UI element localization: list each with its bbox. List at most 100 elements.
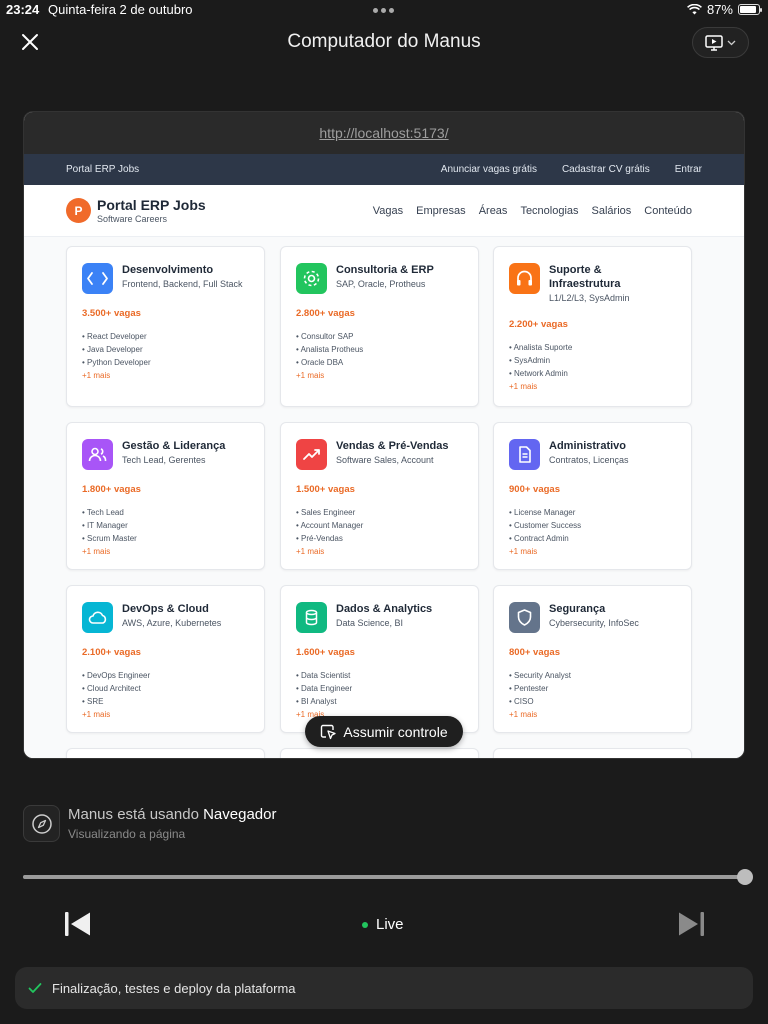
- card-role-item: • Pré-Vendas: [296, 534, 343, 543]
- progress-fill: [23, 875, 745, 879]
- card-role-item: • SysAdmin: [509, 356, 551, 365]
- chevron-down-icon: [727, 40, 736, 45]
- card-job-count: 2.200+ vagas: [509, 319, 568, 330]
- screen-mode-button[interactable]: [692, 27, 749, 58]
- nav-empresas[interactable]: Empresas: [416, 205, 466, 217]
- card-role-item: • CISO: [509, 697, 534, 706]
- card-more-link[interactable]: +1 mais: [296, 545, 463, 558]
- browser-viewport: http://localhost:5173/ Portal ERP Jobs A…: [23, 111, 745, 759]
- wifi-icon: [687, 4, 702, 15]
- nav-salarios[interactable]: Salários: [592, 205, 632, 217]
- cloud-icon: [82, 602, 113, 633]
- take-control-button[interactable]: Assumir controle: [305, 716, 463, 747]
- nav-vagas[interactable]: Vagas: [373, 205, 403, 217]
- card-role-list: • Data Scientist • Data Engineer • BI Anal…: [296, 669, 463, 708]
- take-control-label: Assumir controle: [343, 723, 448, 740]
- card-subtitle: Tech Lead, Gerentes: [122, 455, 206, 465]
- browser-tool-badge: [23, 805, 60, 842]
- card-role-list: • Security Analyst • Pentester • CISO: [509, 669, 676, 708]
- top-nav-link-entrar[interactable]: Entrar: [675, 164, 702, 175]
- site-name[interactable]: Portal ERP Jobs: [97, 197, 206, 213]
- card-role-item: • Account Manager: [296, 521, 364, 530]
- card-title: Vendas & Pré-Vendas: [336, 440, 449, 452]
- skip-forward-button[interactable]: [677, 911, 705, 942]
- site-logo[interactable]: P: [66, 198, 91, 223]
- card-role-item: • Oracle DBA: [296, 358, 344, 367]
- category-card-desenvolvimento[interactable]: Desenvolvimento Frontend, Backend, Full S…: [66, 246, 265, 407]
- card-more-link[interactable]: +1 mais: [82, 708, 249, 721]
- card-role-item: • Data Engineer: [296, 684, 353, 693]
- tool-name: Navegador: [203, 806, 277, 823]
- category-card-devops-cloud[interactable]: DevOps & Cloud AWS, Azure, Kubernetes 2.10…: [66, 585, 265, 733]
- card-more-link[interactable]: +1 mais: [509, 380, 676, 393]
- category-card-partial[interactable]: [493, 748, 692, 758]
- category-card-consultoria-erp[interactable]: Consultoria & ERP SAP, Oracle, Protheus 2.…: [280, 246, 479, 407]
- code-icon: [82, 263, 113, 294]
- card-role-item: • Java Developer: [82, 345, 143, 354]
- skip-back-button[interactable]: [64, 911, 92, 942]
- task-status-bar[interactable]: Finalização, testes e deploy da platafor…: [15, 967, 753, 1009]
- status-time: 23:24: [6, 2, 40, 17]
- card-subtitle: Contratos, Licenças: [549, 455, 629, 465]
- category-card-vendas-pre-vendas[interactable]: Vendas & Pré-Vendas Software Sales, Accou…: [280, 422, 479, 570]
- card-title: Desenvolvimento: [122, 264, 214, 276]
- card-role-item: • Network Admin: [509, 369, 568, 378]
- card-title: Suporte & Infraestrutura: [549, 264, 621, 290]
- top-nav-link-cadastrar-cv[interactable]: Cadastrar CV grátis: [562, 164, 650, 175]
- nav-tecnologias[interactable]: Tecnologias: [520, 205, 578, 217]
- card-role-list: • React Developer • Java Developer • Pytho…: [82, 330, 249, 369]
- card-more-link[interactable]: +1 mais: [82, 545, 249, 558]
- url-bar: http://localhost:5173/: [24, 112, 744, 154]
- card-role-item: • DevOps Engineer: [82, 671, 151, 680]
- top-nav-link-anunciar[interactable]: Anunciar vagas grátis: [441, 164, 537, 175]
- live-label: Live: [376, 916, 404, 933]
- multitasking-dots-icon[interactable]: [373, 8, 394, 13]
- card-role-item: • Data Scientist: [296, 671, 351, 680]
- category-grid: Desenvolvimento Frontend, Backend, Full S…: [24, 237, 744, 758]
- card-job-count: 800+ vagas: [509, 647, 560, 658]
- card-subtitle: Frontend, Backend, Full Stack: [122, 279, 243, 289]
- task-label: Finalização, testes e deploy da platafor…: [52, 980, 296, 996]
- category-card-partial[interactable]: [66, 748, 265, 758]
- category-card-seguranca[interactable]: Segurança Cybersecurity, InfoSec 800+ vaga…: [493, 585, 692, 733]
- battery-percent: 87%: [706, 2, 733, 17]
- category-card-dados-analytics[interactable]: Dados & Analytics Data Science, BI 1.600+ …: [280, 585, 479, 733]
- status-date: Quinta-feira 2 de outubro: [48, 2, 193, 17]
- progress-handle[interactable]: [737, 869, 753, 885]
- database-icon: [296, 602, 327, 633]
- card-role-item: • Contract Admin: [509, 534, 569, 543]
- monitor-play-icon: [705, 34, 723, 51]
- site-header: P Portal ERP Jobs Software Careers Vagas…: [24, 185, 744, 237]
- card-role-item: • SRE: [82, 697, 104, 706]
- card-subtitle: Cybersecurity, InfoSec: [549, 618, 639, 628]
- compass-icon: [31, 813, 52, 834]
- category-card-gestao-lideranca[interactable]: Gestão & Liderança Tech Lead, Gerentes 1.8…: [66, 422, 265, 570]
- category-card-administrativo[interactable]: Administrativo Contratos, Licenças 900+ va…: [493, 422, 692, 570]
- card-role-item: • IT Manager: [82, 521, 128, 530]
- card-more-link[interactable]: +1 mais: [82, 369, 249, 382]
- card-role-item: • React Developer: [82, 332, 147, 341]
- site-top-nav: Portal ERP Jobs Anunciar vagas grátis Ca…: [24, 154, 744, 185]
- card-more-link[interactable]: +1 mais: [509, 708, 676, 721]
- card-role-item: • Analista Suporte: [509, 343, 573, 352]
- category-card-partial[interactable]: [280, 748, 479, 758]
- nav-conteudo[interactable]: Conteúdo: [644, 205, 692, 217]
- site-main-nav: Vagas Empresas Áreas Tecnologias Salário…: [373, 205, 692, 217]
- category-card-suporte-infraestrutura[interactable]: Suporte & Infraestrutura L1/L2/L3, SysAdm…: [493, 246, 692, 407]
- cursor-box-icon: [321, 724, 337, 739]
- users-icon: [82, 439, 113, 470]
- playback-progress-bar[interactable]: [23, 869, 753, 885]
- card-job-count: 1.800+ vagas: [82, 484, 141, 495]
- url-text[interactable]: http://localhost:5173/: [319, 125, 448, 141]
- card-role-item: • Security Analyst: [509, 671, 571, 680]
- card-subtitle: SAP, Oracle, Protheus: [336, 279, 426, 289]
- shield-icon: [509, 602, 540, 633]
- card-more-link[interactable]: +1 mais: [296, 369, 463, 382]
- top-nav-brand[interactable]: Portal ERP Jobs: [66, 164, 441, 175]
- document-icon: [509, 439, 540, 470]
- live-indicator[interactable]: Live: [362, 916, 404, 933]
- card-role-item: • Customer Success: [509, 521, 582, 530]
- nav-areas[interactable]: Áreas: [479, 205, 508, 217]
- card-more-link[interactable]: +1 mais: [509, 545, 676, 558]
- card-subtitle: Data Science, BI: [336, 618, 404, 628]
